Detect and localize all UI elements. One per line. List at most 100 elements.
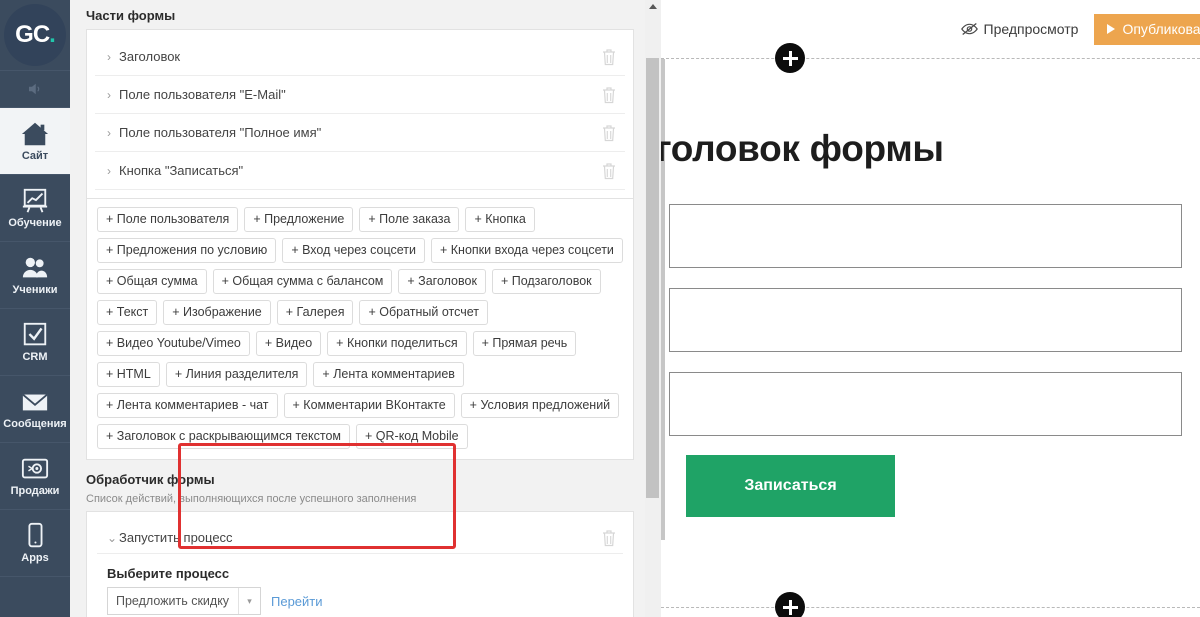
form-part-row[interactable]: › Заголовок	[95, 38, 625, 76]
preview-toolbar: Предпросмотр Опубликовать	[661, 0, 1200, 58]
add-chip-total-sum-balance[interactable]: + Общая сумма с балансом	[212, 269, 393, 294]
trash-icon[interactable]	[601, 48, 617, 66]
add-chip-video[interactable]: + Видео	[255, 331, 322, 356]
add-chip-share-buttons[interactable]: + Кнопки поделиться	[327, 331, 467, 356]
form-part-row[interactable]: › Поле пользователя "Полное имя"	[95, 114, 625, 152]
trash-icon[interactable]	[601, 124, 617, 142]
eye-slash-icon	[960, 22, 978, 36]
add-chip-subheading[interactable]: + Подзаголовок	[491, 269, 601, 294]
logo-text-gc: GC	[15, 21, 50, 48]
chevron-right-icon: ›	[107, 125, 111, 140]
checkbox-icon	[23, 322, 47, 346]
chevron-down-icon: ▾	[238, 588, 260, 614]
sidebar-item-label: CRM	[22, 351, 48, 363]
add-block-chips: + Поле пользователя + Предложение + Поле…	[86, 199, 634, 460]
add-chip-offer-terms[interactable]: + Условия предложений	[460, 393, 620, 418]
add-chip-vk-comments[interactable]: + Комментарии ВКонтакте	[283, 393, 455, 418]
safe-icon	[21, 458, 49, 479]
add-chip-user-field[interactable]: + Поле пользователя	[97, 207, 239, 232]
add-chip-gallery[interactable]: + Галерея	[276, 300, 354, 325]
sidebar-item-messages[interactable]: Сообщения	[0, 376, 70, 443]
handler-action-body: Выберите процесс Предложить скидку ▾ Пер…	[97, 554, 623, 615]
sidebar-item-label: Сайт	[21, 150, 49, 162]
process-select-label: Выберите процесс	[107, 566, 230, 581]
envelope-icon	[22, 393, 48, 411]
trash-icon[interactable]	[601, 162, 617, 180]
add-chip-comments-feed-chat[interactable]: + Лента комментариев - чат	[97, 393, 278, 418]
add-chip-conditional-offers[interactable]: + Предложения по условию	[97, 238, 277, 263]
caret-up-icon[interactable]	[649, 4, 657, 9]
speaker-icon	[29, 83, 40, 95]
handler-action-label: Запустить процесс	[119, 530, 233, 545]
form-preview-panel: Предпросмотр Опубликовать Заголовок форм…	[661, 0, 1200, 617]
add-chip-offer[interactable]: + Предложение	[244, 207, 354, 232]
chevron-down-icon: ⌄	[107, 530, 118, 545]
handler-actions-card: ⌄ Запустить процесс Выберите процесс Пре…	[86, 511, 634, 617]
trash-icon[interactable]	[601, 86, 617, 104]
publish-button-label: Опубликовать	[1122, 21, 1200, 37]
add-chip-heading[interactable]: + Заголовок	[398, 269, 486, 294]
form-editor-panel: Части формы › Заголовок › Поле пользоват…	[70, 0, 648, 617]
main-sidebar: GC. Сайт Обучение Ученики CRM Сообщения …	[0, 0, 70, 617]
add-chip-order-field[interactable]: + Поле заказа	[359, 207, 460, 232]
form-part-label-wrap: › Кнопка "Записаться"	[107, 163, 243, 178]
sidebar-item-sales[interactable]: Продажи	[0, 443, 70, 510]
add-chip-html[interactable]: + HTML	[97, 362, 160, 387]
chevron-right-icon: ›	[107, 163, 111, 178]
add-chip-qr-code-mobile[interactable]: + QR-код Mobile	[356, 424, 468, 449]
logo-text-dot: .	[49, 21, 56, 48]
scrollbar-thumb[interactable]	[646, 58, 659, 498]
plus-circle-icon[interactable]	[775, 592, 805, 617]
form-canvas: Заголовок формы Записаться	[661, 59, 1200, 599]
process-select-line: Предложить скидку ▾ Перейти	[107, 587, 623, 615]
brand-logo[interactable]: GC.	[0, 0, 70, 70]
sidebar-item-label: Продажи	[10, 485, 60, 497]
mobile-icon	[28, 522, 43, 548]
add-chip-social-login[interactable]: + Вход через соцсети	[282, 238, 425, 263]
form-preview-input[interactable]	[669, 204, 1182, 268]
sound-toggle[interactable]	[0, 70, 70, 108]
users-icon	[22, 257, 48, 278]
form-part-label: Кнопка "Записаться"	[119, 163, 244, 178]
handler-action-label-wrap: ⌄ Запустить процесс	[107, 530, 233, 545]
play-icon	[1107, 24, 1116, 34]
publish-button[interactable]: Опубликовать	[1094, 13, 1200, 45]
sidebar-item-students[interactable]: Ученики	[0, 242, 70, 309]
form-part-row[interactable]: › Кнопка "Записаться"	[95, 152, 625, 190]
add-chip-button[interactable]: + Кнопка	[465, 207, 535, 232]
form-preview-input[interactable]	[669, 288, 1182, 352]
form-part-label: Заголовок	[119, 49, 181, 64]
sidebar-item-site[interactable]: Сайт	[0, 108, 70, 175]
add-chip-video-youtube[interactable]: + Видео Youtube/Vimeo	[97, 331, 250, 356]
form-preview-input[interactable]	[669, 372, 1182, 436]
app-root: GC. Сайт Обучение Ученики CRM Сообщения …	[0, 0, 1200, 617]
form-part-label-wrap: › Поле пользователя "E-Mail"	[107, 87, 286, 102]
parts-section-title: Части формы	[86, 8, 176, 23]
preview-button[interactable]: Предпросмотр	[959, 17, 1081, 41]
form-part-label-wrap: › Поле пользователя "Полное имя"	[107, 125, 321, 140]
add-chip-text[interactable]: + Текст	[97, 300, 158, 325]
handler-section-subtitle: Список действий, выполняющихся после усп…	[86, 493, 417, 505]
form-submit-button[interactable]: Записаться	[686, 455, 895, 517]
add-chip-social-login-buttons[interactable]: + Кнопки входа через соцсети	[431, 238, 623, 263]
process-select[interactable]: Предложить скидку ▾	[107, 587, 261, 615]
goto-process-link[interactable]: Перейти	[271, 594, 323, 609]
add-chip-image[interactable]: + Изображение	[163, 300, 271, 325]
home-icon	[21, 122, 49, 146]
add-chip-divider-line[interactable]: + Линия разделителя	[165, 362, 308, 387]
sidebar-item-label: Apps	[21, 552, 49, 564]
editor-scrollbar[interactable]	[645, 0, 661, 617]
handler-action-header[interactable]: ⌄ Запустить процесс	[97, 522, 623, 554]
add-chip-countdown[interactable]: + Обратный отсчет	[359, 300, 488, 325]
add-chip-total-sum[interactable]: + Общая сумма	[97, 269, 207, 294]
sidebar-item-crm[interactable]: CRM	[0, 309, 70, 376]
sidebar-item-apps[interactable]: Apps	[0, 510, 70, 577]
add-chip-collapsible-heading[interactable]: + Заголовок с раскрывающимся текстом	[97, 424, 351, 449]
add-chip-comments-feed[interactable]: + Лента комментариев	[313, 362, 464, 387]
form-part-label: Поле пользователя "E-Mail"	[119, 87, 286, 102]
sidebar-item-label: Ученики	[12, 284, 58, 296]
form-part-row[interactable]: › Поле пользователя "E-Mail"	[95, 76, 625, 114]
add-chip-direct-speech[interactable]: + Прямая речь	[472, 331, 577, 356]
sidebar-item-education[interactable]: Обучение	[0, 175, 70, 242]
trash-icon[interactable]	[601, 529, 617, 547]
